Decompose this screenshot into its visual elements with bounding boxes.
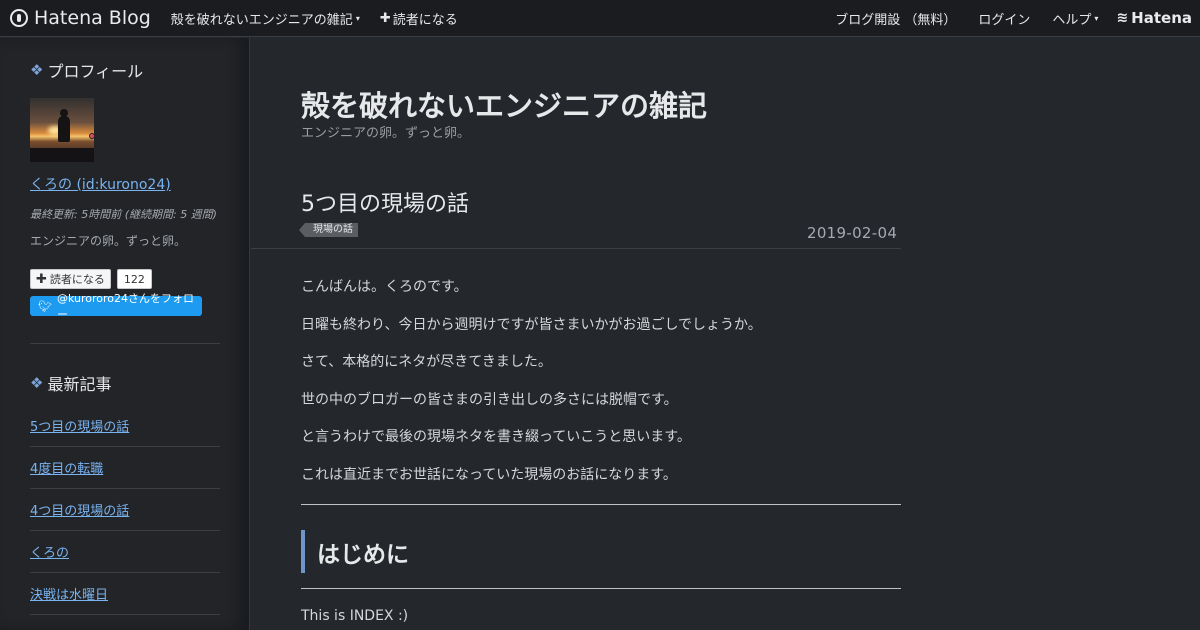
top-nav-bar: Hatena Blog 殻を破れないエンジニアの雑記 ▾ ✚ 読者になる ブログ… xyxy=(0,0,1200,37)
avatar[interactable] xyxy=(30,98,94,162)
blog-menu-label: 殻を破れないエンジニアの雑記 xyxy=(170,12,353,28)
body-paragraph: と言うわけで最後の現場ネタを書き綴っていこうと思います。 xyxy=(301,429,691,445)
diamond-icon: ❖ xyxy=(30,374,44,392)
recent-article-item[interactable]: 4度目の転職 xyxy=(30,447,220,489)
help-dropdown[interactable]: ヘルプ ▾ xyxy=(1052,9,1098,28)
body-paragraph: こんばんは。くろのです。 xyxy=(301,279,468,295)
subscribe-button-label: 読者になる xyxy=(49,273,105,286)
recent-heading-label: 最新記事 xyxy=(47,375,112,394)
recent-article-link[interactable]: 5つ目の現場の話 xyxy=(30,416,129,435)
section-heading: はじめに xyxy=(301,530,409,573)
login-link[interactable]: ログイン xyxy=(978,9,1030,28)
avatar-person xyxy=(58,109,70,142)
body-paragraph: さて、本格的にネタが尽きてきました。 xyxy=(301,354,552,370)
sidebar: ❖ プロフィール くろの (id:kurono24) 最終更新: 5時間前 (継… xyxy=(0,38,250,630)
twitter-follow-button[interactable]: 🐦︎ @kurororo24さんをフォロー xyxy=(30,292,202,321)
recent-article-link[interactable]: くろの xyxy=(30,542,69,561)
section-divider xyxy=(301,588,901,589)
hatena-wave-icon: ≋ xyxy=(1116,10,1129,26)
status-dot-icon xyxy=(89,133,95,139)
blog-subtitle: エンジニアの卵。ずっと卵。 xyxy=(301,126,471,141)
twitter-bird-icon: 🐦︎ xyxy=(38,299,52,313)
entry-body: こんばんは。くろのです。 日曜も終わり、今日から週明けですが皆さまいかがお過ごし… xyxy=(301,276,901,501)
recent-article-link[interactable]: 4つ目の現場の話 xyxy=(30,500,129,519)
recent-article-link[interactable]: 4度目の転職 xyxy=(30,458,103,477)
entry-date[interactable]: 2019-02-04 xyxy=(807,224,897,242)
twitter-follow-label: @kurororo24さんをフォロー xyxy=(56,292,195,321)
hatena-blog-logo[interactable]: Hatena Blog xyxy=(10,7,151,29)
subscribe-link[interactable]: ✚ 読者になる xyxy=(380,9,458,28)
last-updated: 最終更新: 5時間前 (継続期間: 5 週間) xyxy=(30,208,217,221)
body-paragraph: これは直近までお世話になっていた現場のお話になります。 xyxy=(301,466,677,483)
recent-articles-list: 5つ目の現場の話 4度目の転職 4つ目の現場の話 くろの 決戦は水曜日 xyxy=(30,405,220,615)
index-text: This is INDEX :) xyxy=(301,608,409,624)
reader-row: ✚ 読者になる 122 xyxy=(30,269,249,289)
blog-menu-dropdown[interactable]: 殻を破れないエンジニアの雑記 ▾ xyxy=(171,9,360,28)
recent-article-item[interactable]: 決戦は水曜日 xyxy=(30,573,220,615)
category-tag[interactable]: 現場の話 xyxy=(299,223,358,237)
hatena-blog-logo-icon xyxy=(10,9,28,27)
entry-header-divider xyxy=(251,248,901,249)
recent-article-item[interactable]: 5つ目の現場の話 xyxy=(30,405,220,447)
main-content: 殻を破れないエンジニアの雑記 エンジニアの卵。ずっと卵。 5つ目の現場の話 現場… xyxy=(251,38,1200,630)
plus-icon: ✚ xyxy=(379,10,391,26)
profile-description: エンジニアの卵。ずっと卵。 xyxy=(30,234,187,248)
caret-down-icon: ▾ xyxy=(355,13,360,23)
avatar-rock xyxy=(30,148,94,162)
profile-heading-label: プロフィール xyxy=(47,62,144,81)
caret-down-icon: ▾ xyxy=(1094,13,1099,23)
entry-title[interactable]: 5つ目の現場の話 xyxy=(301,186,469,218)
recent-heading: ❖ 最新記事 xyxy=(30,371,249,395)
open-blog-link[interactable]: ブログ開設 （無料） xyxy=(835,9,956,28)
body-paragraph: 日曜も終わり、今日から週明けですが皆さまいかがお過ごしでしょうか。 xyxy=(301,316,762,333)
subscribe-label: 読者になる xyxy=(392,12,458,28)
help-label: ヘルプ xyxy=(1052,12,1092,28)
brand-name: Hatena Blog xyxy=(34,7,151,29)
user-id-link[interactable]: くろの (id:kurono24) xyxy=(30,174,249,194)
section-divider xyxy=(301,504,901,505)
hatena-logo[interactable]: ≋ Hatena xyxy=(1116,9,1192,27)
hatena-label: Hatena xyxy=(1131,9,1192,27)
recent-article-item[interactable]: くろの xyxy=(30,531,220,573)
blog-title[interactable]: 殻を破れないエンジニアの雑記 xyxy=(301,83,707,125)
plus-icon: ✚ xyxy=(36,271,47,287)
body-paragraph: 世の中のブロガーの皆さまの引き出しの多さには脱帽です。 xyxy=(301,391,678,408)
profile-heading: ❖ プロフィール xyxy=(30,58,249,82)
recent-article-item[interactable]: 4つ目の現場の話 xyxy=(30,489,220,531)
diamond-icon: ❖ xyxy=(30,61,44,79)
recent-article-link[interactable]: 決戦は水曜日 xyxy=(30,584,108,603)
reader-count-badge: 122 xyxy=(116,269,152,289)
subscribe-button[interactable]: ✚ 読者になる xyxy=(30,269,111,289)
sidebar-divider xyxy=(30,343,220,344)
